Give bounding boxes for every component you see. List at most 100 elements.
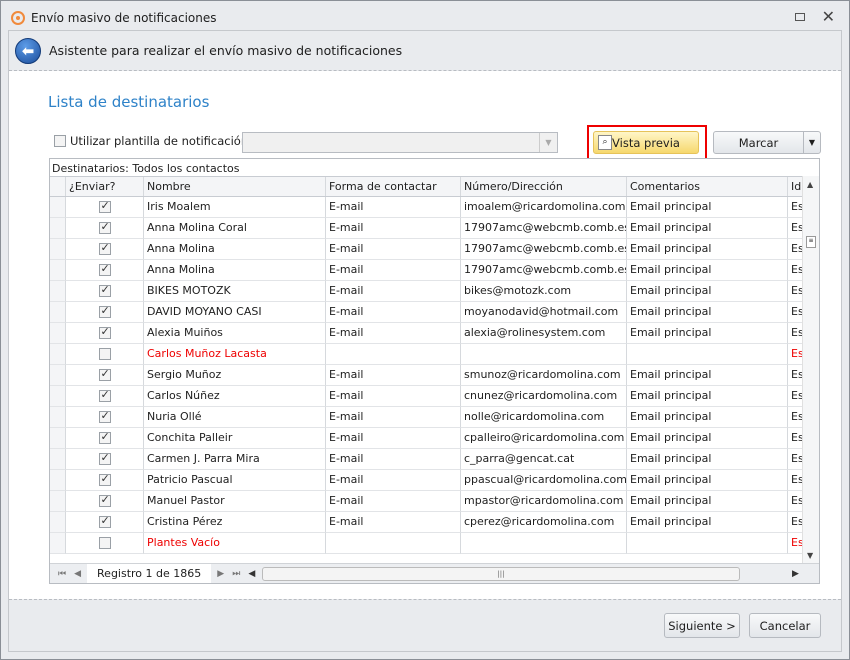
row-indicator[interactable] (50, 407, 66, 428)
row-indicator[interactable] (50, 344, 66, 365)
address-cell[interactable]: moyanodavid@hotmail.com (461, 302, 627, 323)
comment-cell[interactable]: Email principal (627, 428, 788, 449)
row-indicator[interactable] (50, 491, 66, 512)
comment-cell[interactable]: Email principal (627, 197, 788, 218)
method-cell[interactable]: E-mail (326, 302, 461, 323)
comment-cell[interactable]: Email principal (627, 407, 788, 428)
address-cell[interactable]: bikes@motozk.com (461, 281, 627, 302)
comment-cell[interactable]: Email principal (627, 218, 788, 239)
next-record-icon[interactable]: ▶ (217, 569, 224, 579)
column-header-method[interactable]: Forma de contactar (326, 177, 461, 196)
table-row[interactable]: Carlos Muñoz Lacasta Es (50, 344, 819, 365)
row-indicator[interactable] (50, 218, 66, 239)
send-checkbox[interactable] (98, 283, 111, 297)
comment-cell[interactable] (627, 344, 788, 365)
row-indicator[interactable] (50, 533, 66, 554)
method-cell[interactable]: E-mail (326, 449, 461, 470)
row-indicator[interactable] (50, 323, 66, 344)
row-indicator[interactable] (50, 449, 66, 470)
name-cell[interactable]: BIKES MOTOZK (144, 281, 326, 302)
name-cell[interactable]: Carlos Núñez (144, 386, 326, 407)
method-cell[interactable]: E-mail (326, 218, 461, 239)
send-cell[interactable] (66, 470, 144, 491)
comment-cell[interactable]: Email principal (627, 323, 788, 344)
column-header-name[interactable]: Nombre (144, 177, 326, 196)
address-cell[interactable]: smunoz@ricardomolina.com (461, 365, 627, 386)
table-row[interactable]: Manuel PastorE-mailmpastor@ricardomolina… (50, 491, 819, 512)
name-cell[interactable]: Carlos Muñoz Lacasta (144, 344, 326, 365)
name-cell[interactable]: Carmen J. Parra Mira (144, 449, 326, 470)
scroll-left-icon[interactable]: ◀ (248, 569, 255, 579)
name-cell[interactable]: Anna Molina Coral (144, 218, 326, 239)
send-cell[interactable] (66, 344, 144, 365)
table-row[interactable]: Conchita PalleirE-mailcpalleiro@ricardom… (50, 428, 819, 449)
table-row[interactable]: Anna Molina CoralE-mail17907amc@webcmb.c… (50, 218, 819, 239)
address-cell[interactable]: nolle@ricardomolina.com (461, 407, 627, 428)
address-cell[interactable]: cnunez@ricardomolina.com (461, 386, 627, 407)
table-row[interactable]: Sergio MuñozE-mailsmunoz@ricardomolina.c… (50, 365, 819, 386)
prev-record-icon[interactable]: ◀ (74, 569, 81, 579)
table-row[interactable]: Patricio PascualE-mailppascual@ricardomo… (50, 470, 819, 491)
table-row[interactable]: Carmen J. Parra MiraE-mailc_parra@gencat… (50, 449, 819, 470)
table-row[interactable]: Anna MolinaE-mail17907amc@webcmb.comb.es… (50, 260, 819, 281)
send-cell[interactable] (66, 260, 144, 281)
comment-cell[interactable]: Email principal (627, 260, 788, 281)
send-checkbox[interactable] (98, 430, 111, 444)
name-cell[interactable]: Conchita Palleir (144, 428, 326, 449)
method-cell[interactable]: E-mail (326, 281, 461, 302)
send-cell[interactable] (66, 323, 144, 344)
address-cell[interactable]: imoalem@ricardomolina.com (461, 197, 627, 218)
address-cell[interactable]: alexia@rolinesystem.com (461, 323, 627, 344)
send-checkbox[interactable] (98, 514, 111, 528)
method-cell[interactable]: E-mail (326, 491, 461, 512)
row-indicator[interactable] (50, 512, 66, 533)
template-select[interactable]: ▼ (242, 132, 558, 153)
scroll-thumb[interactable]: ≡ (806, 236, 816, 248)
comment-cell[interactable]: Email principal (627, 386, 788, 407)
table-row[interactable]: Carlos NúñezE-mailcnunez@ricardomolina.c… (50, 386, 819, 407)
scroll-right-icon[interactable]: ▶ (792, 569, 799, 579)
name-cell[interactable]: Alexia Muiños (144, 323, 326, 344)
vertical-scrollbar[interactable]: ▲ ≡ ▼ (802, 176, 819, 564)
restore-button[interactable] (795, 13, 805, 21)
name-cell[interactable]: DAVID MOYANO CASI (144, 302, 326, 323)
table-row[interactable]: Nuria OlléE-mailnolle@ricardomolina.comE… (50, 407, 819, 428)
close-button[interactable]: ✕ (822, 7, 835, 26)
next-button[interactable]: Siguiente > (664, 613, 740, 638)
send-checkbox[interactable] (98, 304, 111, 318)
send-checkbox[interactable] (98, 199, 111, 213)
comment-cell[interactable]: Email principal (627, 449, 788, 470)
method-cell[interactable]: E-mail (326, 512, 461, 533)
method-cell[interactable]: E-mail (326, 407, 461, 428)
back-arrow-button[interactable]: ⬅ (15, 37, 41, 64)
name-cell[interactable]: Sergio Muñoz (144, 365, 326, 386)
method-cell[interactable]: E-mail (326, 428, 461, 449)
send-cell[interactable] (66, 491, 144, 512)
name-cell[interactable]: Plantes Vacío (144, 533, 326, 554)
use-template-checkbox[interactable]: Utilizar plantilla de notificación: (54, 134, 252, 148)
address-cell[interactable]: 17907amc@webcmb.comb.es (461, 260, 627, 281)
comment-cell[interactable] (627, 533, 788, 554)
method-cell[interactable]: E-mail (326, 239, 461, 260)
send-checkbox[interactable] (98, 537, 111, 549)
table-row[interactable]: Anna MolinaE-mail17907amc@webcmb.comb.es… (50, 239, 819, 260)
row-indicator[interactable] (50, 386, 66, 407)
mark-dropdown-button[interactable]: ▼ (803, 131, 821, 154)
send-checkbox[interactable] (98, 262, 111, 276)
last-record-icon[interactable]: ⏭ (232, 569, 240, 579)
scroll-down-icon[interactable]: ▼ (807, 551, 813, 560)
comment-cell[interactable]: Email principal (627, 239, 788, 260)
mark-button[interactable]: Marcar (713, 131, 804, 154)
name-cell[interactable]: Nuria Ollé (144, 407, 326, 428)
send-checkbox[interactable] (98, 220, 111, 234)
method-cell[interactable]: E-mail (326, 260, 461, 281)
send-checkbox[interactable] (98, 241, 111, 255)
method-cell[interactable]: E-mail (326, 197, 461, 218)
row-indicator[interactable] (50, 239, 66, 260)
send-checkbox[interactable] (98, 348, 111, 360)
send-cell[interactable] (66, 218, 144, 239)
send-cell[interactable] (66, 365, 144, 386)
table-row[interactable]: DAVID MOYANO CASIE-mailmoyanodavid@hotma… (50, 302, 819, 323)
row-indicator[interactable] (50, 281, 66, 302)
send-checkbox[interactable] (98, 388, 111, 402)
